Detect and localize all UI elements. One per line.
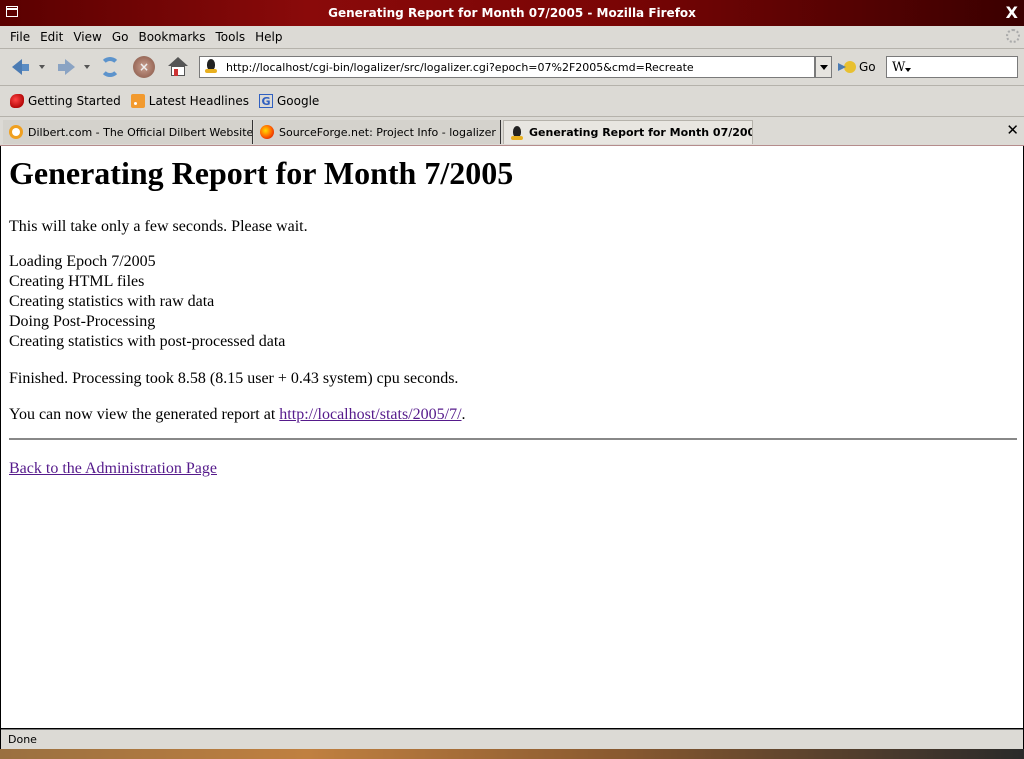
forward-history-dropdown[interactable] xyxy=(82,55,92,79)
intro-text: This will take only a few seconds. Pleas… xyxy=(9,218,308,235)
step-item: Creating statistics with post-processed … xyxy=(9,333,286,350)
back-button[interactable] xyxy=(10,55,30,79)
forward-arrow-icon xyxy=(64,59,75,75)
step-item: Doing Post-Processing xyxy=(9,313,156,330)
stop-icon: × xyxy=(133,56,155,78)
search-engine-dropdown-icon[interactable] xyxy=(905,68,912,72)
tab-dilbert[interactable]: Dilbert.com - The Official Dilbert Websi… xyxy=(3,120,253,144)
finished-text: Finished. Processing took 8.58 (8.15 use… xyxy=(9,370,459,387)
tab-generating-report[interactable]: Generating Report for Month 07/2005 xyxy=(503,120,753,144)
bookmark-getting-started[interactable]: Getting Started xyxy=(10,94,121,108)
tab-label: Generating Report for Month 07/2005 xyxy=(529,126,753,139)
menu-view[interactable]: View xyxy=(73,30,101,44)
close-tab-button[interactable]: ✕ xyxy=(1006,121,1019,139)
back-link-paragraph: Back to the Administration Page xyxy=(9,460,217,478)
reload-button[interactable] xyxy=(98,55,122,79)
menu-help[interactable]: Help xyxy=(255,30,282,44)
site-favicon-tux-icon xyxy=(204,59,220,75)
search-engine-wikipedia-icon[interactable]: W xyxy=(892,60,905,75)
page-title: Generating Report for Month 7/2005 xyxy=(9,155,514,191)
bookmark-google[interactable]: G Google xyxy=(258,94,320,108)
desktop-taskbar-strip xyxy=(0,749,1024,759)
firefox-icon xyxy=(10,94,24,108)
navigation-toolbar: × http://localhost/cgi-bin/logalizer/src… xyxy=(0,49,1024,86)
bookmark-label: Google xyxy=(276,94,320,108)
menu-file[interactable]: File xyxy=(10,30,30,44)
go-button[interactable]: Go xyxy=(838,56,876,78)
tab-label: SourceForge.net: Project Info - logalize… xyxy=(279,125,496,139)
bookmarks-toolbar: Getting Started Latest Headlines G Googl… xyxy=(0,86,1024,117)
window-close-button[interactable]: X xyxy=(1006,3,1018,22)
back-arrow-icon xyxy=(11,59,22,75)
step-item: Creating statistics with raw data xyxy=(9,293,215,310)
menu-bookmarks[interactable]: Bookmarks xyxy=(138,30,205,44)
tab-label: Dilbert.com - The Official Dilbert Websi… xyxy=(28,125,253,139)
url-bar[interactable]: http://localhost/cgi-bin/logalizer/src/l… xyxy=(199,56,815,78)
status-bar: Done xyxy=(1,729,1023,749)
url-text[interactable]: http://localhost/cgi-bin/logalizer/src/l… xyxy=(226,61,694,74)
tab-sourceforge[interactable]: SourceForge.net: Project Info - logalize… xyxy=(254,120,501,144)
bookmark-label: Getting Started xyxy=(28,94,121,108)
rss-icon xyxy=(130,94,145,108)
bookmark-latest-headlines[interactable]: Latest Headlines xyxy=(130,94,249,108)
forward-arrow-stem xyxy=(57,63,65,71)
step-item: Creating HTML files xyxy=(9,273,145,290)
window-titlebar: Generating Report for Month 07/2005 - Mo… xyxy=(0,0,1024,26)
reload-icon xyxy=(100,57,120,77)
forward-button[interactable] xyxy=(56,55,76,79)
step-item: Loading Epoch 7/2005 xyxy=(9,253,156,270)
menu-tools[interactable]: Tools xyxy=(216,30,246,44)
search-box[interactable]: W xyxy=(886,56,1018,78)
divider xyxy=(9,438,1017,440)
back-history-dropdown[interactable] xyxy=(37,55,47,79)
status-text: Done xyxy=(8,733,37,746)
sourceforge-icon xyxy=(260,125,274,139)
url-history-dropdown[interactable] xyxy=(815,56,832,78)
dilbert-icon xyxy=(9,125,23,139)
home-icon xyxy=(168,57,188,77)
tab-bar: Dilbert.com - The Official Dilbert Websi… xyxy=(0,117,1024,146)
report-suffix: . xyxy=(461,406,466,423)
window-title: Generating Report for Month 07/2005 - Mo… xyxy=(328,6,696,20)
report-link[interactable]: http://localhost/stats/2005/7/ xyxy=(279,406,461,423)
google-icon: G xyxy=(258,94,273,108)
go-icon xyxy=(838,60,856,74)
dropdown-arrow-icon xyxy=(819,64,828,70)
back-arrow-stem xyxy=(21,63,29,71)
go-label: Go xyxy=(859,60,876,74)
tux-icon xyxy=(510,125,524,140)
progress-steps: Loading Epoch 7/2005 Creating HTML files… xyxy=(9,252,285,352)
menu-bar: File Edit View Go Bookmarks Tools Help xyxy=(0,26,1024,49)
menu-edit[interactable]: Edit xyxy=(40,30,63,44)
home-button[interactable] xyxy=(167,55,189,79)
chevron-down-icon xyxy=(84,65,90,69)
page-content: Generating Report for Month 7/2005 This … xyxy=(1,146,1023,728)
bookmark-label: Latest Headlines xyxy=(148,94,249,108)
chevron-down-icon xyxy=(39,65,45,69)
back-to-admin-link[interactable]: Back to the Administration Page xyxy=(9,460,217,477)
window-menu-icon[interactable] xyxy=(6,6,18,17)
menu-go[interactable]: Go xyxy=(112,30,129,44)
report-sentence: You can now view the generated report at… xyxy=(9,406,466,424)
report-prefix: You can now view the generated report at xyxy=(9,406,280,423)
stop-button[interactable]: × xyxy=(132,55,156,79)
throbber-icon xyxy=(1006,29,1020,43)
